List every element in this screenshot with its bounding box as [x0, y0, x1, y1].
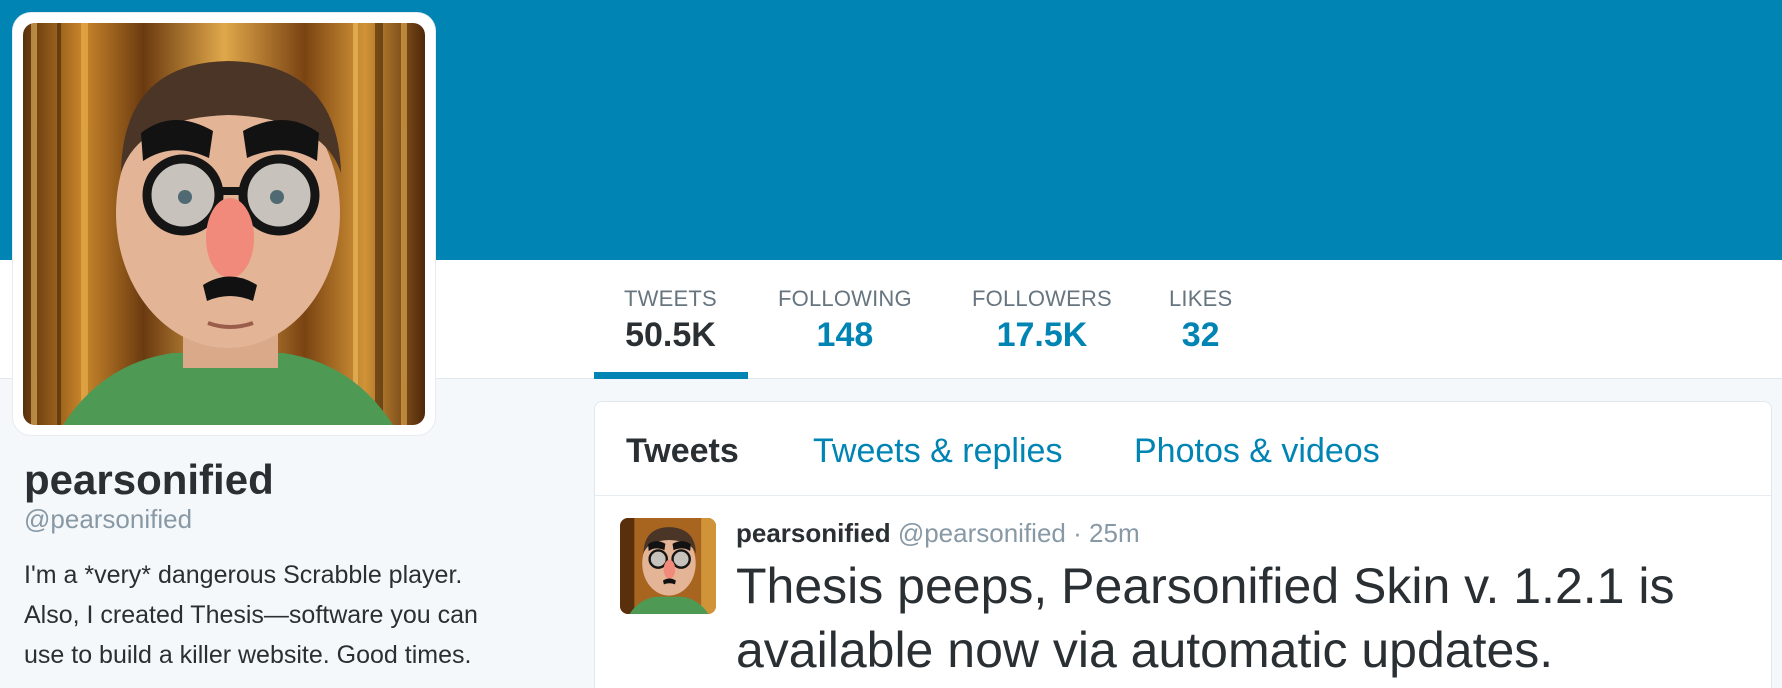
bio-line: use to build a killer website. Good time… [24, 641, 472, 669]
tab-tweets-and-replies[interactable]: Tweets & replies [813, 432, 1062, 471]
tab-tweets[interactable]: Tweets [626, 432, 739, 471]
stat-tweets-label: TWEETS [624, 286, 717, 311]
avatar-photo [23, 23, 425, 425]
stat-following[interactable]: FOLLOWING 148 [778, 285, 912, 357]
active-stat-indicator [594, 372, 748, 379]
tweet-text-line: available now via automatic updates. [736, 622, 1554, 678]
tab-photos-and-videos[interactable]: Photos & videos [1134, 432, 1380, 471]
profile-name[interactable]: pearsonified [24, 456, 274, 504]
tweet-avatar[interactable] [620, 518, 716, 614]
tweet-header: pearsonified @pearsonified · 25m [736, 518, 1140, 549]
bio-line: Also, I created Thesis—software you can [24, 601, 478, 629]
stat-tweets-value: 50.5K [625, 316, 716, 354]
profile-handle[interactable]: @pearsonified [24, 504, 192, 535]
stat-following-value: 148 [816, 316, 874, 354]
timeline-card: Tweets Tweets & replies Photos & videos … [594, 401, 1772, 688]
timeline-tabs: Tweets Tweets & replies Photos & videos [595, 402, 1771, 496]
stat-following-label: FOLLOWING [778, 286, 912, 311]
profile-avatar[interactable] [13, 13, 435, 435]
profile-bio: I'm a *very* dangerous Scrabble player. … [24, 555, 564, 675]
tweet-author-name[interactable]: pearsonified [736, 518, 891, 548]
tweet-text: Thesis peeps, Pearsonified Skin v. 1.2.1… [736, 554, 1746, 682]
stat-likes-value: 32 [1181, 316, 1220, 354]
stat-followers[interactable]: FOLLOWERS 17.5K [972, 285, 1112, 357]
stat-likes-label: LIKES [1169, 286, 1233, 311]
tweet-author-handle[interactable]: @pearsonified [898, 518, 1066, 548]
stat-followers-value: 17.5K [996, 316, 1088, 354]
stat-tweets[interactable]: TWEETS 50.5K [624, 285, 717, 357]
tweet-timestamp[interactable]: 25m [1089, 518, 1140, 548]
tweet-text-line: Thesis peeps, Pearsonified Skin v. 1.2.1… [736, 558, 1675, 614]
tweet-separator: · [1073, 518, 1082, 548]
stat-followers-label: FOLLOWERS [972, 286, 1112, 311]
bio-line: I'm a *very* dangerous Scrabble player. [24, 561, 463, 589]
stat-likes[interactable]: LIKES 32 [1169, 285, 1232, 357]
